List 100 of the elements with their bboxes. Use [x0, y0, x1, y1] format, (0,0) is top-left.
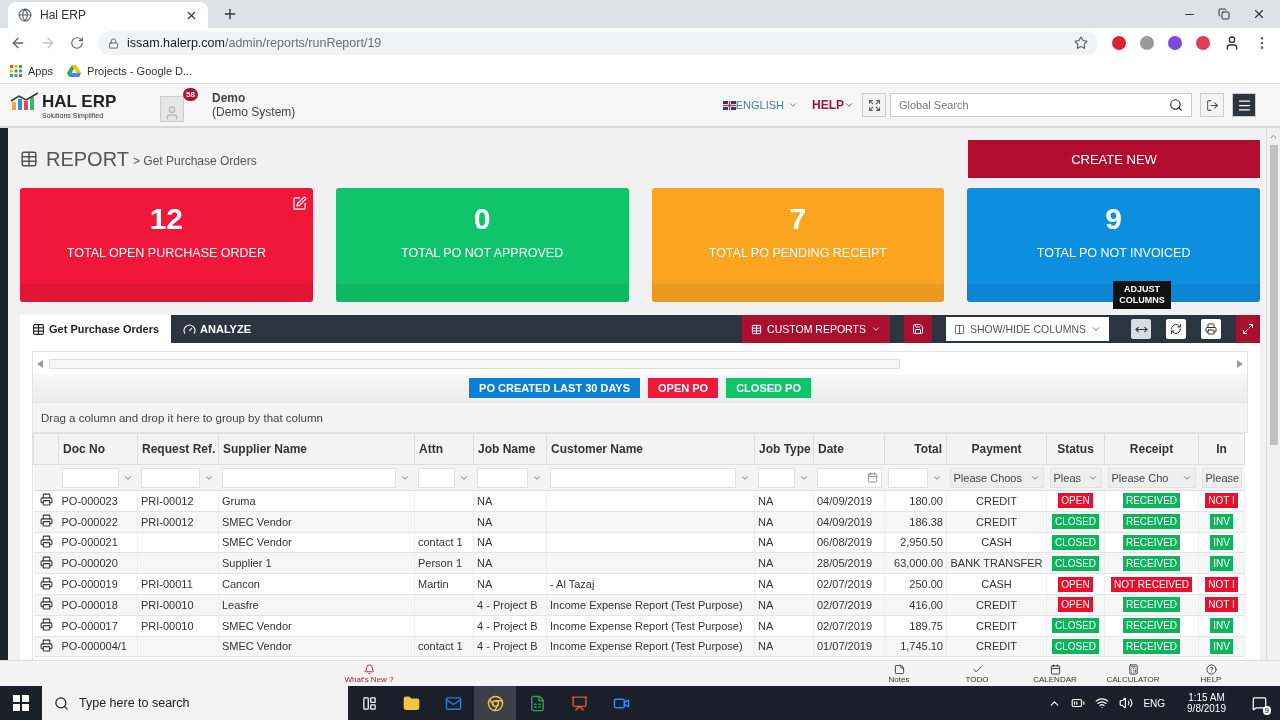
star-icon[interactable] — [1074, 36, 1088, 50]
toolbar-button[interactable]: CALCULATOR — [1094, 661, 1172, 686]
browser-tab[interactable]: Hal ERP — [8, 2, 208, 28]
language-indicator[interactable]: ENG — [1143, 697, 1166, 709]
reload-icon[interactable] — [70, 36, 84, 50]
filter-select[interactable]: Please Cho — [1107, 467, 1196, 488]
print-icon[interactable] — [39, 514, 53, 528]
column-header[interactable]: Customer Name — [546, 433, 755, 465]
refresh-icon — [1170, 323, 1182, 335]
filter-field[interactable] — [476, 467, 528, 488]
menu-button[interactable] — [1232, 93, 1256, 117]
column-header[interactable]: In — [1198, 433, 1245, 465]
help-icon — [1205, 663, 1217, 675]
print-icon[interactable] — [39, 555, 53, 569]
print-icon[interactable] — [39, 493, 53, 507]
windows-logo-icon[interactable] — [13, 695, 29, 711]
print-icon[interactable] — [39, 576, 53, 590]
column-header[interactable]: Total — [884, 433, 947, 465]
whats-new-button[interactable]: What's New ? — [330, 661, 408, 686]
card-value: 9 — [1105, 202, 1122, 236]
card-label: TOTAL PO NOT INVOICED — [1036, 246, 1191, 260]
create-new-button[interactable]: CREATE NEW — [968, 140, 1260, 178]
table-cell: SMEC Vendor — [222, 640, 292, 653]
tab[interactable]: Get Purchase Orders — [20, 315, 172, 343]
filter-field[interactable] — [140, 467, 200, 488]
print-button[interactable] — [1201, 319, 1221, 339]
wifi-icon[interactable] — [1095, 696, 1110, 710]
extension-icon[interactable] — [1168, 36, 1182, 50]
scrollbar-thumb[interactable] — [1269, 145, 1278, 445]
print-icon[interactable] — [39, 597, 53, 611]
toolbar-button[interactable]: Notes — [860, 661, 938, 686]
logout-icon — [1205, 98, 1219, 112]
extension-icon[interactable] — [1196, 36, 1210, 50]
quick-filter-button[interactable]: PO CREATED LAST 30 DAYS — [469, 378, 641, 398]
logout-button[interactable] — [1200, 93, 1224, 117]
filter-field[interactable] — [757, 467, 795, 488]
filter-select[interactable]: Please — [1201, 467, 1242, 488]
battery-icon[interactable] — [1071, 696, 1086, 710]
filter-field[interactable] — [549, 467, 736, 488]
toolbar-button[interactable]: CALENDAR — [1016, 661, 1094, 686]
adjust-columns-button[interactable] — [1131, 319, 1151, 339]
bookmark[interactable]: Projects - Google D... — [67, 64, 193, 77]
date-filter-field[interactable] — [816, 467, 882, 488]
volume-icon[interactable] — [1119, 696, 1134, 710]
filter-field[interactable] — [417, 467, 455, 488]
quick-filter-button[interactable]: OPEN PO — [648, 378, 719, 398]
filter-select[interactable]: Please Choos — [949, 467, 1044, 488]
back-icon[interactable] — [10, 35, 26, 51]
filter-field[interactable] — [61, 467, 119, 488]
search-icon[interactable] — [1169, 98, 1183, 112]
column-header[interactable]: Job Name — [473, 433, 547, 465]
extension-icon[interactable] — [1112, 36, 1126, 50]
toolbar-button[interactable]: TODO — [938, 661, 1016, 686]
address-bar[interactable]: issam.halerp.com/admin/reports/runReport/19 — [98, 31, 1098, 55]
filter-select[interactable]: Pleas — [1049, 467, 1102, 488]
extension-icon[interactable] — [1140, 36, 1154, 50]
show-hide-columns-button[interactable]: SHOW/HIDE COLUMNS — [945, 317, 1109, 341]
status-badge: NOT I — [1205, 597, 1238, 613]
column-header[interactable]: Supplier Name — [218, 433, 415, 465]
print-icon[interactable] — [39, 535, 53, 548]
refresh-button[interactable] — [1166, 319, 1186, 339]
column-header[interactable]: Receipt — [1104, 433, 1199, 465]
table-cell: CASH — [981, 578, 1012, 591]
table-cell: PRI-00012 — [141, 515, 194, 528]
print-icon[interactable] — [39, 638, 53, 652]
column-header[interactable]: Request Ref. — [137, 433, 219, 465]
column-header[interactable]: Doc No — [58, 433, 138, 465]
expand-button[interactable] — [1236, 315, 1260, 343]
tab[interactable]: ANALYZE — [171, 315, 263, 343]
new-tab-icon[interactable] — [222, 6, 238, 22]
restore-icon[interactable] — [1218, 8, 1230, 20]
browser-app-button[interactable] — [474, 686, 516, 720]
edit-icon[interactable] — [291, 196, 307, 211]
scroll-right-icon[interactable] — [1237, 359, 1243, 368]
filter-field[interactable] — [221, 467, 396, 488]
column-header[interactable]: Date — [813, 433, 885, 465]
fullscreen-button[interactable] — [862, 93, 886, 117]
column-header[interactable]: Status — [1046, 433, 1105, 465]
column-header[interactable]: Job Type — [754, 433, 814, 465]
print-icon[interactable] — [39, 618, 53, 632]
help-menu[interactable]: HELP — [812, 98, 854, 112]
summary-card[interactable]: 12 TOTAL OPEN PURCHASE ORDER — [20, 188, 313, 302]
task-view-icon — [361, 695, 377, 711]
taskbar-search-field[interactable]: Type here to search — [42, 686, 348, 720]
filter-field[interactable] — [887, 467, 928, 488]
custom-reports-button[interactable]: CUSTOM REPORTS — [742, 315, 890, 343]
profile-icon[interactable] — [1224, 35, 1240, 51]
scroll-up-icon[interactable] — [1269, 132, 1278, 141]
column-header[interactable]: Payment — [946, 433, 1047, 465]
table-cell: PRI-00010 — [141, 619, 194, 632]
global-search-field[interactable]: Global Search — [890, 93, 1192, 117]
bookmark[interactable]: Apps — [10, 64, 54, 77]
scroll-left-icon[interactable] — [37, 359, 43, 368]
close-icon[interactable] — [1252, 7, 1266, 21]
language-menu[interactable]: ENGLISH — [735, 99, 798, 111]
save-button[interactable] — [903, 315, 932, 343]
column-header[interactable]: Attn — [414, 433, 474, 465]
table-cell: PRI-00012 — [141, 494, 194, 507]
toolbar-button[interactable]: HELP — [1172, 661, 1250, 686]
scrollbar-thumb[interactable] — [49, 358, 901, 369]
